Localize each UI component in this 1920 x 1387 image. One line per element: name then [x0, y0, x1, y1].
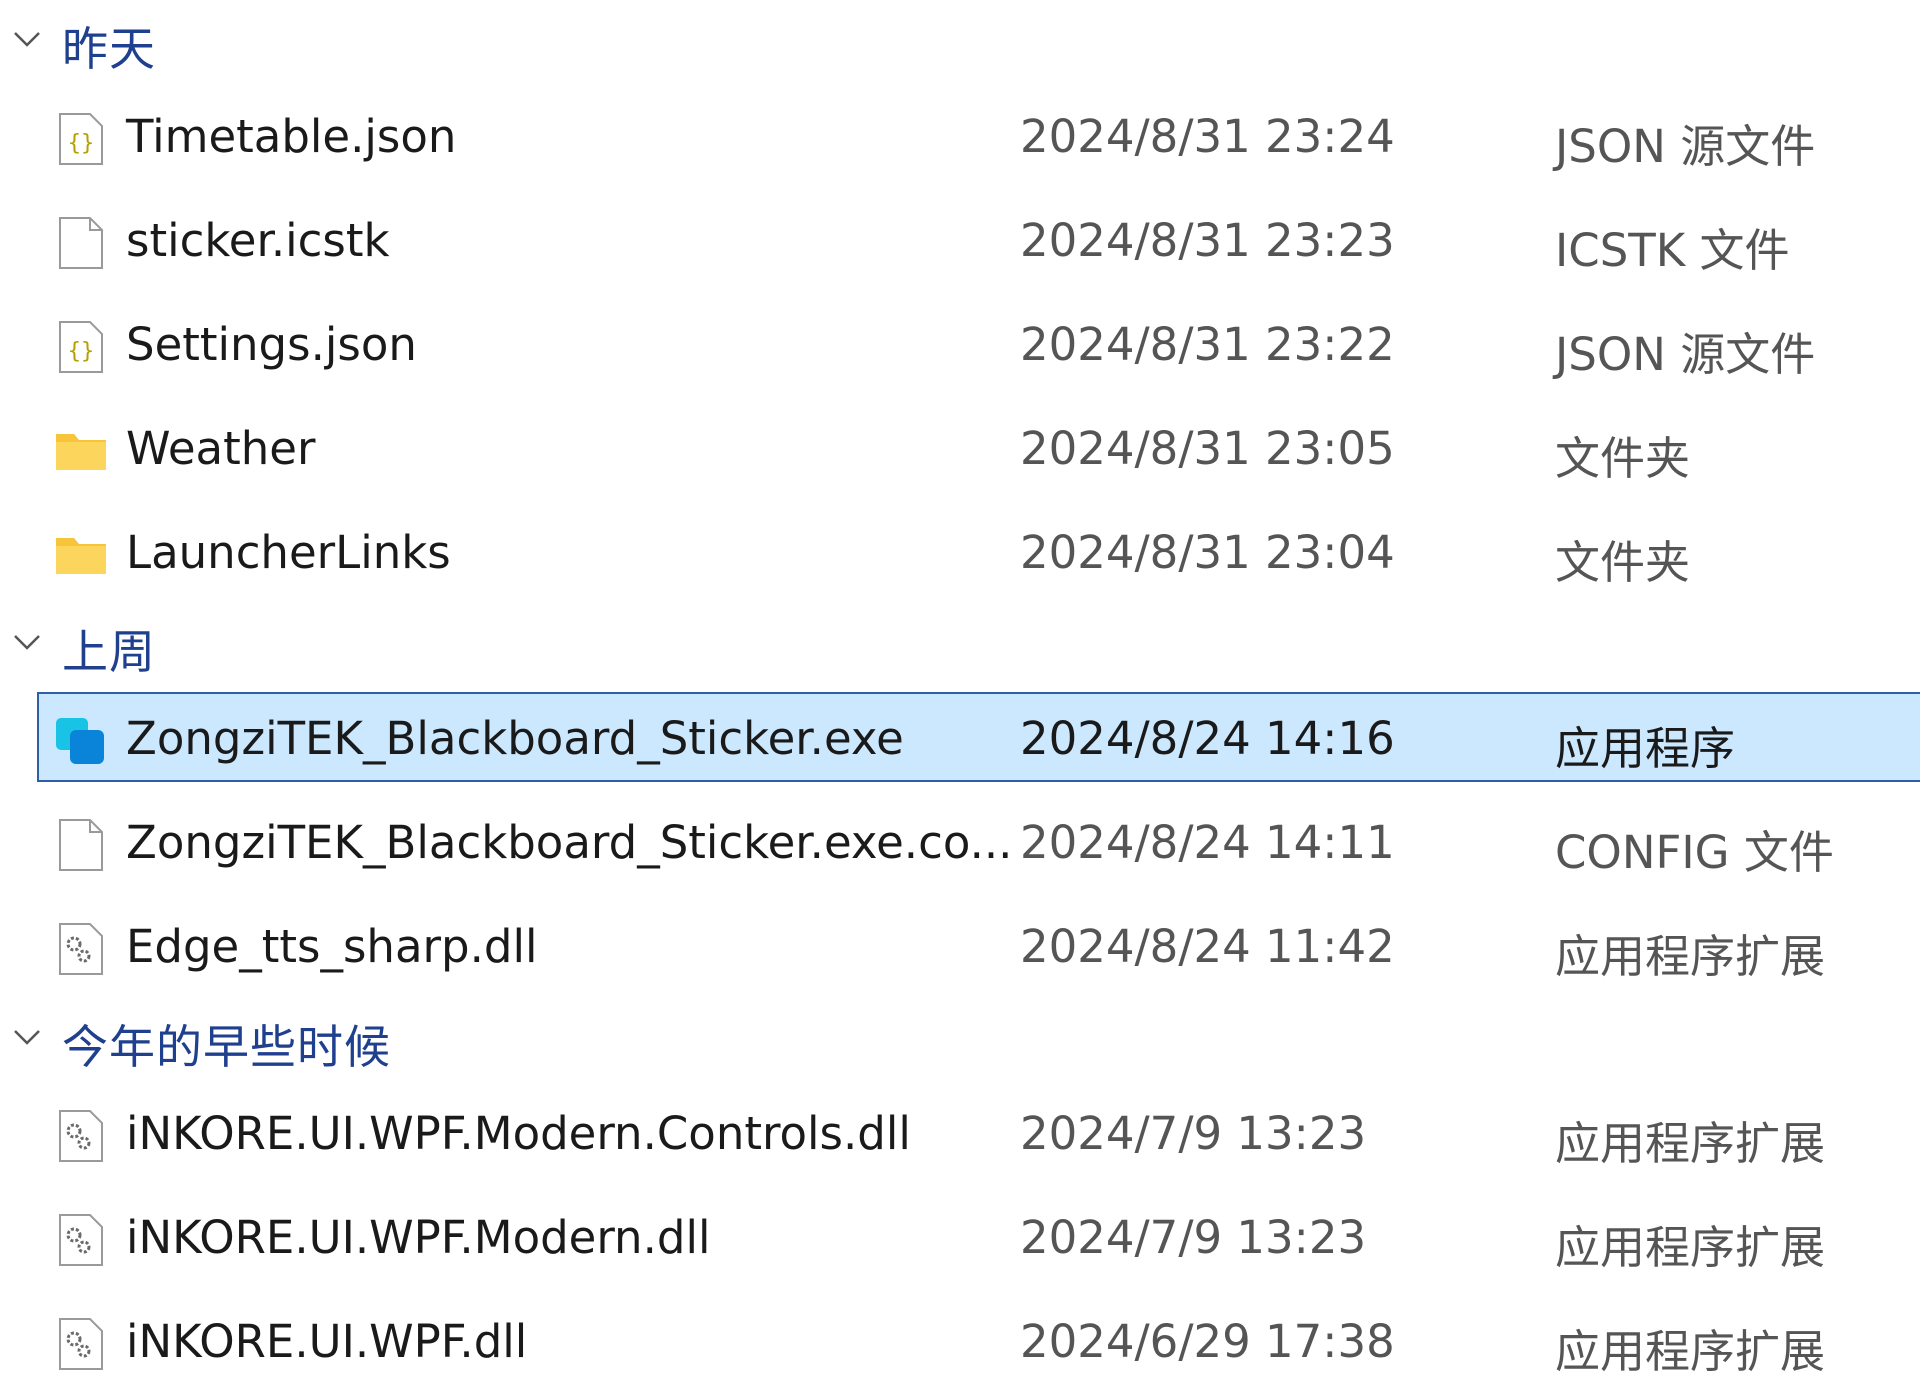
file-row[interactable]: {} Settings.json 2024/8/31 23:22 JSON 源文… — [0, 298, 1920, 388]
file-name: iNKORE.UI.WPF.dll — [126, 1315, 528, 1368]
file-date: 2024/7/9 13:23 — [1020, 1107, 1367, 1160]
group-title: 上周 — [62, 625, 156, 679]
file-type: 应用程序扩展 — [1555, 930, 1826, 983]
file-icon — [59, 217, 103, 269]
chevron-down-icon[interactable] — [12, 29, 42, 49]
file-name: ZongziTEK_Blackboard_Sticker.exe — [126, 712, 904, 765]
group-header-earlier-this-year[interactable]: 今年的早些时候 — [0, 1003, 1920, 1074]
file-type: 文件夹 — [1555, 432, 1691, 485]
group-title: 今年的早些时候 — [62, 1020, 391, 1074]
file-type: ICSTK 文件 — [1555, 224, 1790, 277]
file-name: iNKORE.UI.WPF.Modern.dll — [126, 1211, 711, 1264]
json-file-icon: {} — [59, 321, 103, 373]
file-row[interactable]: sticker.icstk 2024/8/31 23:23 ICSTK 文件 — [0, 194, 1920, 284]
file-name: iNKORE.UI.WPF.Modern.Controls.dll — [126, 1107, 911, 1160]
file-type: 应用程序扩展 — [1555, 1117, 1826, 1170]
svg-text:{}: {} — [68, 131, 95, 156]
chevron-down-icon[interactable] — [12, 1027, 42, 1047]
file-date: 2024/7/9 13:23 — [1020, 1211, 1367, 1264]
dll-file-icon — [59, 923, 103, 975]
file-name: sticker.icstk — [126, 214, 390, 267]
file-row[interactable]: iNKORE.UI.WPF.Modern.Controls.dll 2024/7… — [0, 1087, 1920, 1177]
file-name: Settings.json — [126, 318, 417, 371]
file-list: 昨天 {} Timetable.json 2024/8/31 23:24 JSO… — [0, 0, 1920, 1387]
file-name: Edge_tts_sharp.dll — [126, 920, 538, 973]
group-title: 昨天 — [62, 22, 156, 76]
file-type: 应用程序 — [1555, 722, 1736, 775]
file-name: Weather — [126, 422, 316, 475]
file-date: 2024/8/31 23:24 — [1020, 110, 1395, 163]
file-type: JSON 源文件 — [1555, 120, 1816, 173]
dll-file-icon — [59, 1318, 103, 1370]
file-date: 2024/8/24 14:11 — [1020, 816, 1395, 869]
file-row[interactable]: iNKORE.UI.WPF.dll 2024/6/29 17:38 应用程序扩展 — [0, 1295, 1920, 1385]
folder-icon — [56, 434, 106, 470]
file-type: CONFIG 文件 — [1555, 826, 1834, 879]
folder-row[interactable]: LauncherLinks 2024/8/31 23:04 文件夹 — [0, 506, 1920, 596]
file-date: 2024/8/31 23:05 — [1020, 422, 1395, 475]
file-type: 应用程序扩展 — [1555, 1221, 1826, 1274]
file-date: 2024/8/24 14:16 — [1020, 712, 1395, 765]
dll-file-icon — [59, 1214, 103, 1266]
file-icon — [59, 819, 103, 871]
file-type: JSON 源文件 — [1555, 328, 1816, 381]
group-header-last-week[interactable]: 上周 — [0, 608, 1920, 679]
json-file-icon: {} — [59, 113, 103, 165]
file-date: 2024/8/31 23:23 — [1020, 214, 1395, 267]
file-row[interactable]: Edge_tts_sharp.dll 2024/8/24 11:42 应用程序扩… — [0, 900, 1920, 990]
file-row-selected[interactable]: ZongziTEK_Blackboard_Sticker.exe 2024/8/… — [0, 692, 1920, 782]
dll-file-icon — [59, 1110, 103, 1162]
file-type: 文件夹 — [1555, 536, 1691, 589]
chevron-down-icon[interactable] — [12, 632, 42, 652]
file-date: 2024/6/29 17:38 — [1020, 1315, 1395, 1368]
file-date: 2024/8/31 23:04 — [1020, 526, 1395, 579]
file-name: LauncherLinks — [126, 526, 451, 579]
file-name: Timetable.json — [126, 110, 457, 163]
file-row[interactable]: ZongziTEK_Blackboard_Sticker.exe.co... 2… — [0, 796, 1920, 886]
file-name: ZongziTEK_Blackboard_Sticker.exe.co... — [126, 816, 1013, 869]
folder-icon — [56, 538, 106, 574]
group-header-yesterday[interactable]: 昨天 — [0, 5, 1920, 76]
file-date: 2024/8/24 11:42 — [1020, 920, 1395, 973]
app-icon — [56, 718, 104, 764]
file-row[interactable]: {} Timetable.json 2024/8/31 23:24 JSON 源… — [0, 90, 1920, 180]
svg-text:{}: {} — [68, 339, 95, 364]
file-row[interactable]: iNKORE.UI.WPF.Modern.dll 2024/7/9 13:23 … — [0, 1191, 1920, 1281]
folder-row[interactable]: Weather 2024/8/31 23:05 文件夹 — [0, 402, 1920, 492]
file-date: 2024/8/31 23:22 — [1020, 318, 1395, 371]
file-type: 应用程序扩展 — [1555, 1325, 1826, 1378]
